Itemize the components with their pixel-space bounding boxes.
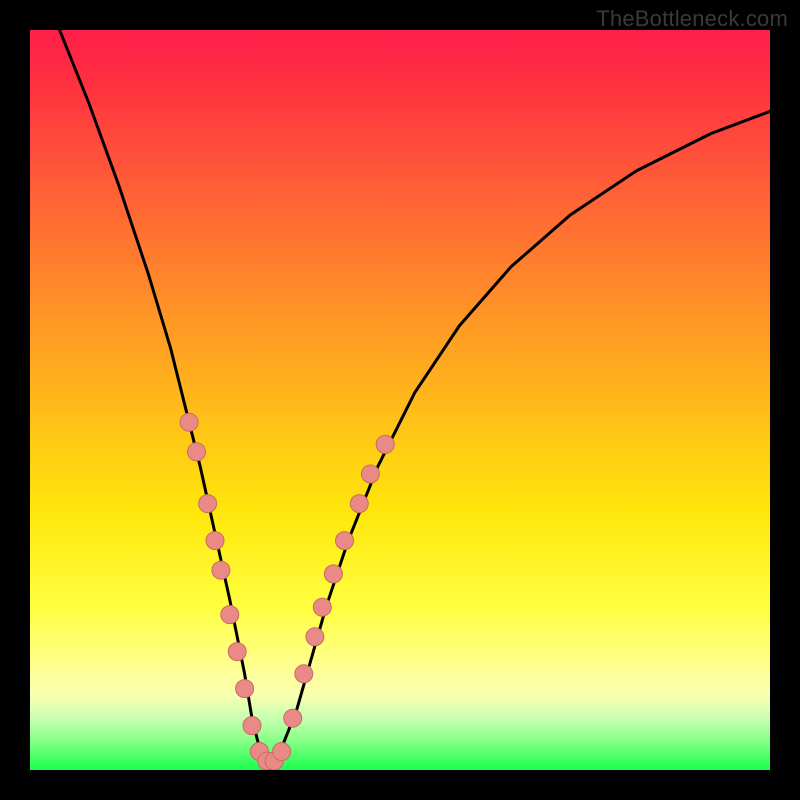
chart-plot-area [30, 30, 770, 770]
curve-layer [60, 30, 770, 763]
data-marker [221, 606, 239, 624]
data-marker [361, 465, 379, 483]
data-marker [212, 561, 230, 579]
data-marker [243, 717, 261, 735]
chart-svg [30, 30, 770, 770]
data-marker [199, 495, 217, 513]
chart-frame: TheBottleneck.com [0, 0, 800, 800]
data-marker [284, 709, 302, 727]
bottleneck-curve [60, 30, 770, 763]
data-marker [295, 665, 313, 683]
data-marker [188, 443, 206, 461]
data-marker [206, 532, 224, 550]
data-marker [228, 643, 246, 661]
data-marker [324, 565, 342, 583]
data-marker [376, 435, 394, 453]
data-marker [273, 743, 291, 761]
data-marker [313, 598, 331, 616]
data-marker [180, 413, 198, 431]
data-marker [306, 628, 324, 646]
marker-layer [180, 413, 394, 770]
data-marker [336, 532, 354, 550]
watermark-text: TheBottleneck.com [596, 6, 788, 32]
data-marker [236, 680, 254, 698]
data-marker [350, 495, 368, 513]
